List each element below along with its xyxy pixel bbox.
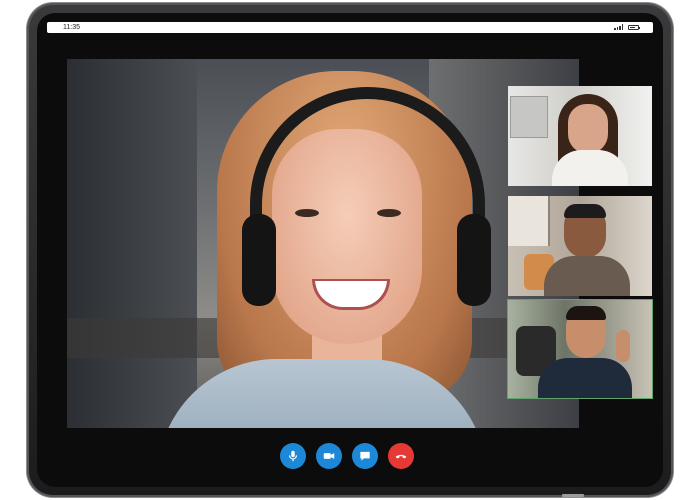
call-controls bbox=[280, 443, 414, 469]
participant-waving-hand bbox=[616, 330, 630, 362]
participant-tile-2[interactable] bbox=[508, 196, 652, 296]
chat-bubble-icon bbox=[360, 451, 370, 461]
status-bar: 11:35 bbox=[47, 22, 653, 33]
participant-face bbox=[568, 104, 608, 154]
headphone-earcup-left bbox=[242, 214, 276, 306]
participant-tile-3[interactable] bbox=[507, 299, 653, 399]
participant-hair bbox=[564, 204, 606, 218]
status-icons bbox=[614, 24, 640, 30]
phone-hangup-icon bbox=[395, 454, 407, 459]
camera-button[interactable] bbox=[316, 443, 342, 469]
microphone-icon bbox=[288, 450, 298, 462]
end-call-button[interactable] bbox=[388, 443, 414, 469]
background-window bbox=[508, 196, 550, 246]
video-camera-icon bbox=[323, 453, 335, 459]
headphone-earcup-right bbox=[457, 214, 491, 306]
main-video-tile[interactable] bbox=[67, 59, 579, 428]
participant-tile-1[interactable] bbox=[508, 86, 652, 186]
participant-shirt bbox=[544, 256, 630, 296]
background-shelf bbox=[510, 96, 548, 138]
participant-hair bbox=[566, 306, 606, 320]
chat-button[interactable] bbox=[352, 443, 378, 469]
background-kitchen-left bbox=[67, 59, 197, 428]
participant-shirt bbox=[538, 358, 632, 398]
device-side-button bbox=[562, 494, 584, 497]
battery-icon bbox=[628, 25, 640, 30]
microphone-button[interactable] bbox=[280, 443, 306, 469]
signal-icon bbox=[614, 24, 623, 30]
status-time: 11:35 bbox=[63, 24, 80, 31]
